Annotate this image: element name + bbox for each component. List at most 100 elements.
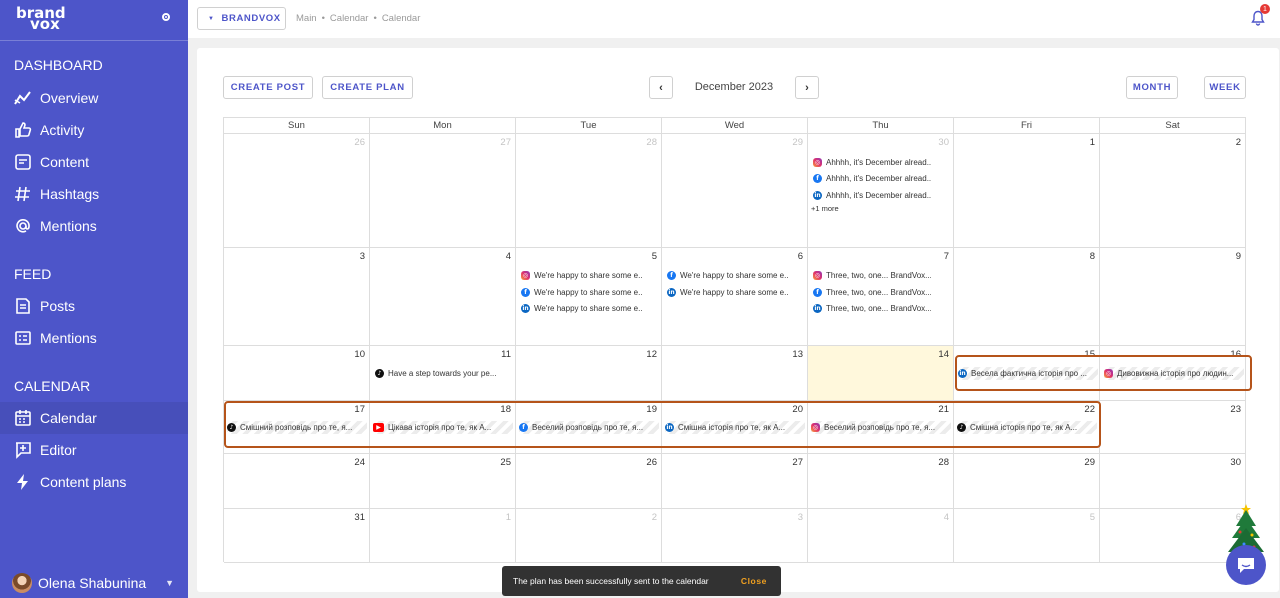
day-cell[interactable]: 1 bbox=[370, 509, 516, 563]
breadcrumb-calendar[interactable]: Calendar bbox=[330, 13, 369, 24]
day-cell[interactable]: 13 bbox=[662, 346, 808, 401]
day-cell[interactable]: 23 bbox=[1100, 401, 1246, 454]
calendar-grid: Sun Mon Tue Wed Thu Fri Sat 26 27 28 29 30 1 2 3 4 5 6 7 8 9… bbox=[223, 117, 1246, 563]
day-number: 9 bbox=[1235, 251, 1241, 262]
sidebar-item-activity[interactable]: Activity bbox=[0, 114, 188, 146]
brand-select-button[interactable]: ▼ BRANDVOX bbox=[197, 7, 286, 30]
month-view-button[interactable]: MONTH bbox=[1126, 76, 1178, 99]
event-title: Веселий розповідь про те, я... bbox=[824, 423, 936, 432]
day-cell[interactable]: 9 bbox=[1100, 248, 1246, 346]
sidebar-item-calendar[interactable]: Calendar bbox=[0, 402, 188, 434]
day-number: 27 bbox=[792, 457, 803, 468]
day-number: 4 bbox=[505, 251, 511, 262]
plan-event[interactable]: ◎ Веселий розповідь про те, я... bbox=[811, 421, 951, 434]
facebook-icon: f bbox=[667, 271, 676, 280]
chat-launcher-button[interactable] bbox=[1226, 545, 1266, 585]
brand-select-label: BRANDVOX bbox=[221, 13, 281, 24]
day-cell[interactable]: 30 bbox=[1100, 454, 1246, 509]
editor-icon bbox=[16, 442, 31, 459]
day-cell[interactable]: 28 bbox=[516, 134, 662, 248]
day-number: 4 bbox=[943, 512, 949, 523]
calendar-event[interactable]: in Ahhhh, it's December alread... bbox=[813, 189, 931, 202]
day-number: 2 bbox=[651, 512, 657, 523]
create-post-button[interactable]: CREATE POST bbox=[223, 76, 313, 99]
sidebar-item-feed-mentions[interactable]: Mentions bbox=[0, 322, 188, 354]
day-cell[interactable]: 27 bbox=[662, 454, 808, 509]
day-cell[interactable]: 1 bbox=[954, 134, 1100, 248]
day-cell[interactable]: 31 bbox=[224, 509, 370, 563]
sidebar-item-label: Content plans bbox=[40, 474, 127, 490]
calendar-event[interactable]: f We're happy to share some e... bbox=[667, 269, 789, 282]
plan-event[interactable]: ◎ Дивовижна історія про людин... bbox=[1104, 367, 1244, 380]
plan-event[interactable]: ♪ Смішний розповідь про те, я... bbox=[227, 421, 367, 434]
create-plan-button[interactable]: CREATE PLAN bbox=[322, 76, 413, 99]
user-menu[interactable]: Olena Shabunina ▼ bbox=[0, 568, 188, 598]
sidebar-item-label: Editor bbox=[40, 442, 77, 458]
sidebar-item-overview[interactable]: Overview bbox=[0, 82, 188, 114]
plan-event[interactable]: ♪ Смішна історія про те, як А... bbox=[957, 421, 1097, 434]
day-number: 5 bbox=[1089, 512, 1095, 523]
calendar-event[interactable]: f We're happy to share some e... bbox=[521, 286, 643, 299]
day-cell[interactable]: 29 bbox=[662, 134, 808, 248]
day-cell[interactable]: 8 bbox=[954, 248, 1100, 346]
prev-month-button[interactable]: ‹ bbox=[649, 76, 673, 99]
day-number: 26 bbox=[646, 457, 657, 468]
plan-event[interactable]: in Весела фактична історія про ... bbox=[958, 367, 1098, 380]
day-cell[interactable]: 26 bbox=[516, 454, 662, 509]
sidebar-item-label: Mentions bbox=[40, 218, 97, 234]
day-cell[interactable]: 29 bbox=[954, 454, 1100, 509]
day-number: 7 bbox=[943, 251, 949, 262]
calendar-event[interactable]: ♪ Have a step towards your pe... bbox=[375, 367, 497, 380]
section-calendar: CALENDAR bbox=[14, 378, 91, 394]
day-cell[interactable]: 6 bbox=[1100, 509, 1246, 563]
day-cell[interactable]: 4 bbox=[370, 248, 516, 346]
tiktok-icon: ♪ bbox=[375, 369, 384, 378]
facebook-icon: f bbox=[521, 288, 530, 297]
day-cell[interactable]: 4 bbox=[808, 509, 954, 563]
calendar-icon bbox=[15, 410, 31, 426]
plan-event[interactable]: f Веселий розповідь про те, я... bbox=[519, 421, 659, 434]
sidebar-item-mentions[interactable]: Mentions bbox=[0, 210, 188, 242]
sidebar-item-content-plans[interactable]: Content plans bbox=[0, 466, 188, 498]
day-cell[interactable]: 14 bbox=[808, 346, 954, 401]
sidebar-item-editor[interactable]: Editor bbox=[0, 434, 188, 466]
week-view-button[interactable]: WEEK bbox=[1204, 76, 1246, 99]
day-cell[interactable]: 24 bbox=[224, 454, 370, 509]
calendar-event[interactable]: ◎ Three, two, one... BrandVox... bbox=[813, 269, 931, 282]
day-cell[interactable]: 25 bbox=[370, 454, 516, 509]
toast-close-button[interactable]: Close bbox=[741, 576, 767, 586]
calendar-event[interactable]: f Three, two, one... BrandVox... bbox=[813, 286, 931, 299]
day-cell[interactable]: 2 bbox=[516, 509, 662, 563]
event-title: We're happy to share some e... bbox=[534, 288, 643, 297]
event-title: Ahhhh, it's December alread... bbox=[826, 174, 931, 183]
sidebar-toggle-icon[interactable] bbox=[162, 13, 170, 21]
day-cell[interactable]: 3 bbox=[662, 509, 808, 563]
day-cell[interactable]: 3 bbox=[224, 248, 370, 346]
day-cell[interactable]: 27 bbox=[370, 134, 516, 248]
plan-event[interactable]: ▶ Цікава історія про те, як А... bbox=[373, 421, 513, 434]
day-cell[interactable]: 28 bbox=[808, 454, 954, 509]
day-cell[interactable]: 26 bbox=[224, 134, 370, 248]
caret-down-icon: ▼ bbox=[208, 15, 215, 22]
calendar-event[interactable]: ◎ We're happy to share some e... bbox=[521, 269, 643, 282]
calendar-event[interactable]: ◎ Ahhhh, it's December alread... bbox=[813, 156, 931, 169]
sidebar-item-posts[interactable]: Posts bbox=[0, 290, 188, 322]
brandvox-logo[interactable]: brand vox bbox=[16, 6, 66, 32]
day-cell[interactable]: 2 bbox=[1100, 134, 1246, 248]
plan-event[interactable]: in Смішна історія про те, як А... bbox=[665, 421, 805, 434]
day-cell[interactable]: 12 bbox=[516, 346, 662, 401]
calendar-event[interactable]: in We're happy to share some e... bbox=[521, 302, 643, 315]
more-events-link[interactable]: +1 more bbox=[811, 204, 839, 213]
day-cell[interactable]: 5 bbox=[954, 509, 1100, 563]
calendar-event[interactable]: f Ahhhh, it's December alread... bbox=[813, 172, 931, 185]
calendar-event[interactable]: in Three, two, one... BrandVox... bbox=[813, 302, 931, 315]
sidebar-item-hashtags[interactable]: Hashtags bbox=[0, 178, 188, 210]
day-number: 6 bbox=[797, 251, 803, 262]
calendar-event[interactable]: in We're happy to share some e... bbox=[667, 286, 789, 299]
next-month-button[interactable]: › bbox=[795, 76, 819, 99]
day-number: 20 bbox=[792, 404, 803, 415]
breadcrumb-main[interactable]: Main bbox=[296, 13, 317, 24]
day-cell[interactable]: 10 bbox=[224, 346, 370, 401]
sidebar-item-content[interactable]: Content bbox=[0, 146, 188, 178]
top-bar: ▼ BRANDVOX Main • Calendar • Calendar 1 bbox=[188, 0, 1280, 38]
